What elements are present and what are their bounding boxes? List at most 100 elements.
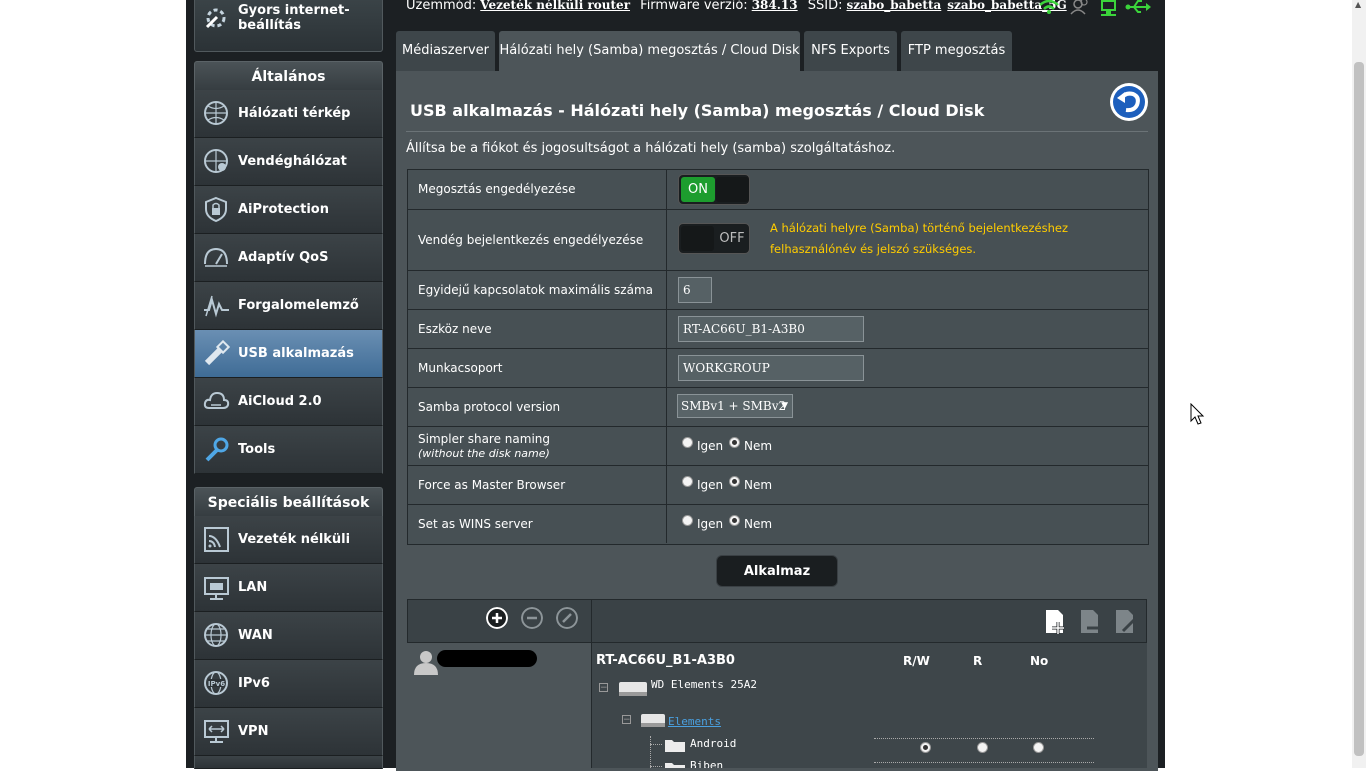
radio-yes-label: Igen <box>697 517 724 531</box>
tab-ftp-share[interactable]: FTP megosztás <box>901 31 1012 72</box>
permission-toolbar <box>407 599 1147 643</box>
tab-media-server[interactable]: Médiaszerver <box>396 31 495 72</box>
row-guest-login: Vendég bejelentkezés engedélyezése OFF A… <box>408 210 1148 271</box>
mode-label: Üzemmód: <box>406 0 477 13</box>
toggle-knob <box>681 226 714 251</box>
column-r: R <box>973 654 983 668</box>
sidebar-item-aicloud[interactable]: AiCloud 2.0 <box>194 378 383 426</box>
permission-divider <box>591 599 592 768</box>
scroll-up-arrow-icon[interactable]: ▲ <box>1355 0 1361 9</box>
tab-samba-share[interactable]: Hálózati hely (Samba) megosztás / Cloud … <box>499 31 800 72</box>
back-button[interactable] <box>1109 82 1149 122</box>
add-folder-icon[interactable] <box>1044 609 1068 635</box>
simpler-naming-no-radio[interactable] <box>729 437 740 448</box>
tab-nfs-exports[interactable]: NFS Exports <box>804 31 897 72</box>
internet-status-icon[interactable] <box>1101 0 1116 16</box>
android-r-radio[interactable] <box>977 742 988 753</box>
sidebar-item-wireless[interactable]: Vezeték nélküli <box>194 516 383 564</box>
wifi-status-icon[interactable] <box>1039 0 1059 14</box>
simpler-naming-yes-radio[interactable] <box>682 437 693 448</box>
sidebar-item-network-map[interactable]: Hálózati térkép <box>194 90 383 138</box>
device-name-input[interactable]: RT-AC66U_B1-A3B0 <box>678 316 864 342</box>
quick-setup-icon <box>205 8 226 29</box>
globe-icon <box>204 623 228 647</box>
sidebar-item-usb-application[interactable]: USB alkalmazás <box>194 330 383 378</box>
workgroup-input[interactable]: WORKGROUP <box>678 355 864 381</box>
edit-folder-icon[interactable] <box>1114 609 1138 635</box>
sidebar-item-wan[interactable]: WAN <box>194 612 383 660</box>
master-browser-yes-radio[interactable] <box>682 476 693 487</box>
workgroup-label: Munkacsoport <box>418 361 503 375</box>
quick-setup-button[interactable]: Gyors internet-beállítás <box>194 0 383 52</box>
redacted-username[interactable] <box>437 650 537 667</box>
firmware-link[interactable]: 384.13 <box>752 0 798 12</box>
radio-no-label: Nem <box>744 517 773 531</box>
samba-version-value: SMBv1 + SMBv2 <box>681 399 787 413</box>
clients-status-icon[interactable] <box>1070 0 1088 15</box>
radio-yes-label: Igen <box>697 478 724 492</box>
advanced-section-header: Speciális beállítások <box>194 487 383 517</box>
radio-no-label: Nem <box>744 439 773 453</box>
sidebar-item-guest-network[interactable]: Vendéghálózat <box>194 138 383 186</box>
usb-status-icon[interactable] <box>1125 0 1152 13</box>
folder-icon <box>665 740 685 752</box>
top-status-bar: Üzemmód: Vezeték nélküli router Firmware … <box>406 0 1073 13</box>
sidebar-item-aiprotection[interactable]: AiProtection <box>194 186 383 234</box>
sidebar-item-label: AiProtection <box>238 202 329 217</box>
volume-icon <box>641 714 665 727</box>
row-max-connections: Egyidejű kapcsolatok maximális száma 6 <box>408 271 1148 310</box>
row-samba-version: Samba protocol version SMBv1 + SMBv2 ▼ <box>408 388 1148 427</box>
wins-server-no-radio[interactable] <box>729 515 740 526</box>
row-master-browser: Force as Master Browser Igen Nem <box>408 466 1148 505</box>
wins-server-yes-radio[interactable] <box>682 515 693 526</box>
android-rw-radio[interactable] <box>920 742 931 753</box>
guest-login-toggle[interactable]: OFF <box>678 223 750 254</box>
mode-link[interactable]: Vezeték nélküli router <box>480 0 630 12</box>
row-separator <box>874 762 1094 763</box>
folder-icon <box>665 763 685 768</box>
delete-folder-icon[interactable] <box>1079 609 1103 635</box>
device-root-label: RT-AC66U_B1-A3B0 <box>596 653 735 668</box>
sidebar-item-ipv6[interactable]: IPv6 IPv6 <box>194 660 383 708</box>
mouse-cursor-icon <box>1190 403 1205 425</box>
hard-disk-icon <box>619 682 647 696</box>
sidebar-item-lan[interactable]: LAN <box>194 564 383 612</box>
folder-label[interactable]: Biben <box>690 759 723 768</box>
wireless-icon <box>204 527 229 552</box>
add-account-icon[interactable] <box>486 607 508 629</box>
max-connections-label: Egyidejű kapcsolatok maximális száma <box>418 283 653 297</box>
collapse-volume-icon[interactable]: − <box>622 715 631 725</box>
collapse-disk-icon[interactable]: − <box>599 683 608 693</box>
svg-text:IPv6: IPv6 <box>208 680 225 688</box>
samba-version-select[interactable]: SMBv1 + SMBv2 ▼ <box>677 394 793 418</box>
master-browser-no-radio[interactable] <box>729 476 740 487</box>
max-connections-input[interactable]: 6 <box>678 277 712 303</box>
ssid-label: SSID: <box>807 0 843 13</box>
sidebar-item-tools[interactable]: Tools <box>194 426 383 474</box>
quick-setup-line-1: Gyors internet- <box>238 3 350 18</box>
scrollbar-thumb[interactable] <box>1354 62 1364 756</box>
user-avatar-icon <box>414 651 438 675</box>
sidebar-item-partial[interactable] <box>194 756 383 769</box>
cloud-icon <box>203 391 230 409</box>
edit-account-icon[interactable] <box>556 607 578 629</box>
radio-yes-label: Igen <box>697 439 724 453</box>
sidebar-item-adaptive-qos[interactable]: Adaptív QoS <box>194 234 383 282</box>
sidebar-item-vpn[interactable]: VPN <box>194 708 383 756</box>
enable-share-toggle[interactable]: ON <box>678 174 750 205</box>
android-no-radio[interactable] <box>1033 742 1044 753</box>
page-title: USB alkalmazás - Hálózati hely (Samba) m… <box>410 101 985 120</box>
sidebar-item-traffic-analyzer[interactable]: Forgalomelemző <box>194 282 383 330</box>
folder-label[interactable]: Android <box>690 737 736 750</box>
status-icons <box>1039 0 1152 16</box>
firmware-label: Firmware verzió: <box>640 0 748 13</box>
disk-label[interactable]: WD Elements 25A2 <box>651 678 757 691</box>
guest-login-label: Vendég bejelentkezés engedélyezése <box>418 233 644 247</box>
apply-button[interactable]: Alkalmaz <box>716 555 838 587</box>
remove-account-icon[interactable] <box>521 607 543 629</box>
guest-network-icon <box>204 149 228 173</box>
volume-label[interactable]: Elements <box>668 715 721 728</box>
ssid-link-24[interactable]: szabo_babetta <box>847 0 942 12</box>
master-browser-label: Force as Master Browser <box>418 478 566 492</box>
title-divider <box>406 131 1148 132</box>
